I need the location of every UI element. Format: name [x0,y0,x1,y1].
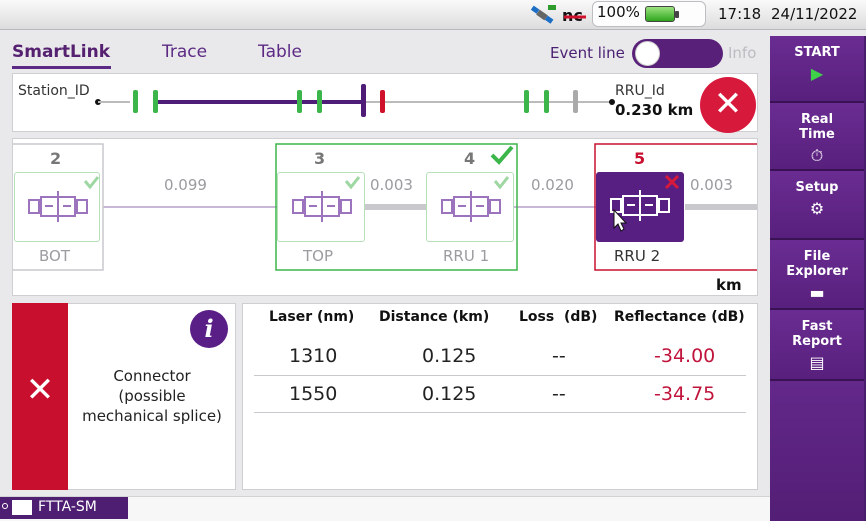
info-icon[interactable]: i [190,310,228,348]
satellite-icon [530,5,557,31]
fast-report-label: Fast Report [792,319,842,349]
row-divider [254,412,746,413]
file-explorer-label: File Explorer [786,249,848,279]
mode-indicator[interactable]: FTTA-SM [0,497,128,519]
fast-report-button[interactable]: Fast Report ▤ [770,310,864,381]
table-cell-laser: 1310 [289,345,338,367]
element-number: 4 [464,149,476,168]
connector-icon [441,176,510,222]
nc-logo-icon: nc [562,5,588,29]
real-time-button[interactable]: Real Time ⏱ [770,103,864,171]
start-button[interactable]: START ▶ [770,36,864,103]
active-tab-underline [12,66,111,69]
link-fail-icon: ✕ [700,77,756,133]
column-header-reflectance: Reflectance (dB) [614,309,745,325]
overview-end-label: RRU_Id [615,83,665,99]
table-cell-laser: 1550 [289,383,338,405]
setup-label: Setup [795,180,839,195]
event-description-line: Connector [113,367,191,385]
overview-start-label: Station_ID [18,83,90,99]
connector-icon [28,176,100,222]
connector-element-top[interactable] [277,172,365,242]
column-header-laser: Laser (nm) [269,309,355,325]
stopwatch-icon: ⏱ [810,146,824,165]
event-line-toggle[interactable] [632,39,723,68]
connector-element-rru1[interactable] [426,172,514,242]
side-menu-empty-slot [770,381,864,521]
status-dot-icon [2,503,8,509]
mode-label: FTTA-SM [38,499,97,515]
element-number: 5 [634,149,646,168]
distance-unit-label: km [716,276,742,294]
setup-button[interactable]: Setup ⚙ [770,171,864,240]
tab-smartlink[interactable]: SmartLink [12,42,110,62]
fail-icon: ✕ [25,370,55,410]
overview-total-distance: 0.230 km [615,101,694,119]
real-time-label: Real Time [799,112,835,142]
battery-charging-icon [645,6,679,22]
clock-date: 24/11/2022 [771,5,858,23]
table-cell-distance: 0.125 [422,345,477,367]
connector-element-bot[interactable] [14,172,100,242]
battery-percent: 100% [597,3,640,21]
start-label: START [794,45,840,60]
connector-icon [610,174,680,232]
event-line-label: Event line [550,44,625,62]
folder-icon: ▬ [809,283,825,302]
event-description-line: (possible [118,387,186,405]
section-distance: 0.003 [370,176,413,194]
event-description: Connector (possible mechanical splice) [69,366,235,426]
element-name: RRU 1 [443,247,490,265]
link-overview-strip[interactable] [12,73,712,132]
row-divider [254,375,746,376]
tab-table[interactable]: Table [258,42,302,62]
file-explorer-button[interactable]: File Explorer ▬ [770,240,864,310]
element-number: 2 [50,149,62,168]
table-cell-distance: 0.125 [422,383,477,405]
section-distance: 0.003 [690,176,733,194]
pass-check-icon [490,144,514,170]
section-distance: 0.020 [531,176,574,194]
section-distance: 0.099 [164,176,207,194]
table-cell-loss: -- [552,345,566,367]
table-cell-reflectance: -34.00 [654,345,716,367]
connector-icon [292,176,361,222]
toggle-knob [635,41,660,66]
report-icon: ▤ [809,353,825,372]
fiber-scope-icon [12,500,32,515]
element-name: RRU 2 [614,247,661,265]
info-link[interactable]: Info [728,44,756,62]
gear-icon: ⚙ [809,199,825,218]
element-name: TOP [303,247,334,265]
table-cell-loss: -- [552,383,566,405]
event-description-line: mechanical splice) [82,407,222,425]
element-name: BOT [39,247,70,265]
table-cell-reflectance: -34.75 [654,383,716,405]
column-header-distance: Distance (km) [379,309,490,325]
clock-time: 17:18 [718,5,762,23]
element-number: 3 [314,149,326,168]
connector-element-rru2[interactable] [596,172,684,242]
play-icon: ▶ [810,64,824,83]
column-header-loss: Loss (dB) [519,309,598,325]
tab-trace[interactable]: Trace [162,42,207,62]
